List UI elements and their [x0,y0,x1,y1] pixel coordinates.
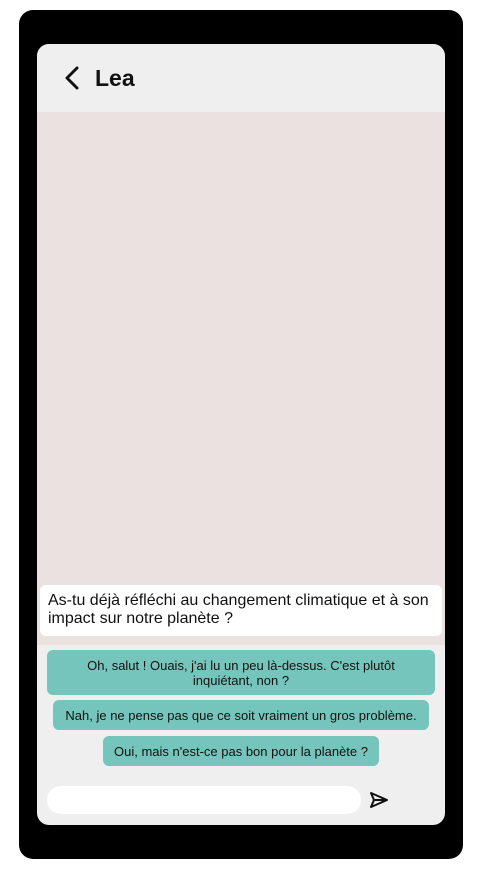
reply-option-1[interactable]: Oh, salut ! Ouais, j'ai lu un peu là-des… [47,650,435,695]
reply-option-2[interactable]: Nah, je ne pense pas que ce soit vraimen… [53,700,429,730]
message-list: As-tu déjà réfléchi au changement climat… [37,112,445,645]
send-button[interactable] [365,786,393,814]
chat-header: Lea [37,44,445,112]
phone-frame: Lea As-tu déjà réfléchi au changement cl… [19,10,463,859]
chevron-left-icon [65,66,79,90]
contact-name: Lea [95,65,135,91]
chat-screen: Lea As-tu déjà réfléchi au changement cl… [37,44,445,825]
message-input[interactable] [47,786,361,814]
back-button[interactable] [59,63,85,93]
send-icon [370,792,388,808]
reply-option-3[interactable]: Oui, mais n'est-ce pas bon pour la planè… [103,736,379,766]
incoming-message-bubble: As-tu déjà réfléchi au changement climat… [40,585,442,636]
